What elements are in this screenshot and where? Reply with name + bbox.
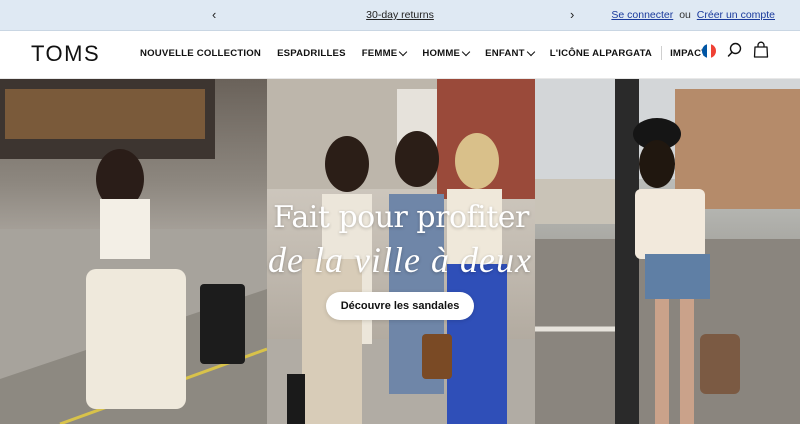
- nav-label: L'ICÔNE ALPARGATA: [549, 48, 653, 59]
- shopping-bag-icon[interactable]: [753, 41, 769, 64]
- account-links: Se connecter ou Créer un compte: [611, 9, 775, 21]
- nav-item-enfant[interactable]: ENFANT: [485, 47, 535, 60]
- chevron-down-icon: [461, 47, 471, 57]
- main-nav: NOUVELLE COLLECTION ESPADRILLES FEMME HO…: [140, 46, 723, 60]
- announcement-bar: ‹ 30-day returns › Se connecter ou Créer…: [0, 0, 800, 31]
- hero-photo-left: [0, 79, 267, 424]
- discover-sandals-button[interactable]: Découvre les sandales: [326, 292, 474, 320]
- site-header: TOMS NOUVELLE COLLECTION ESPADRILLES FEM…: [0, 31, 800, 79]
- nav-item-homme[interactable]: HOMME: [422, 47, 471, 60]
- nav-item-icone-alpargata[interactable]: L'ICÔNE ALPARGATA: [550, 47, 652, 60]
- signin-link[interactable]: Se connecter: [611, 9, 673, 21]
- nav-label: ESPADRILLES: [277, 48, 346, 59]
- hero-photo-right: [535, 79, 800, 424]
- france-flag-icon[interactable]: [702, 44, 716, 58]
- promo-link[interactable]: 30-day returns: [366, 9, 434, 21]
- hero-banner[interactable]: Fait pour profiter de la ville à deux Dé…: [0, 79, 800, 424]
- nav-item-nouvelle-collection[interactable]: NOUVELLE COLLECTION: [140, 47, 261, 60]
- nav-label: ENFANT: [485, 48, 525, 59]
- nav-label: HOMME: [422, 48, 461, 59]
- search-icon[interactable]: [727, 41, 743, 64]
- nav-item-espadrilles[interactable]: ESPADRILLES: [277, 47, 346, 60]
- create-account-link[interactable]: Créer un compte: [697, 9, 775, 21]
- toms-logo[interactable]: TOMS: [31, 41, 100, 67]
- nav-item-femme[interactable]: FEMME: [361, 47, 408, 60]
- nav-label: NOUVELLE COLLECTION: [140, 48, 262, 59]
- hero-title: Fait pour profiter: [273, 200, 529, 235]
- announcement-next-arrow[interactable]: ›: [570, 7, 574, 22]
- account-separator: ou: [679, 9, 691, 21]
- chevron-down-icon: [399, 47, 408, 57]
- chevron-down-icon: [526, 47, 535, 57]
- nav-label: FEMME: [361, 48, 398, 59]
- hero-subtitle: de la ville à deux: [268, 240, 532, 280]
- nav-divider: [661, 46, 663, 60]
